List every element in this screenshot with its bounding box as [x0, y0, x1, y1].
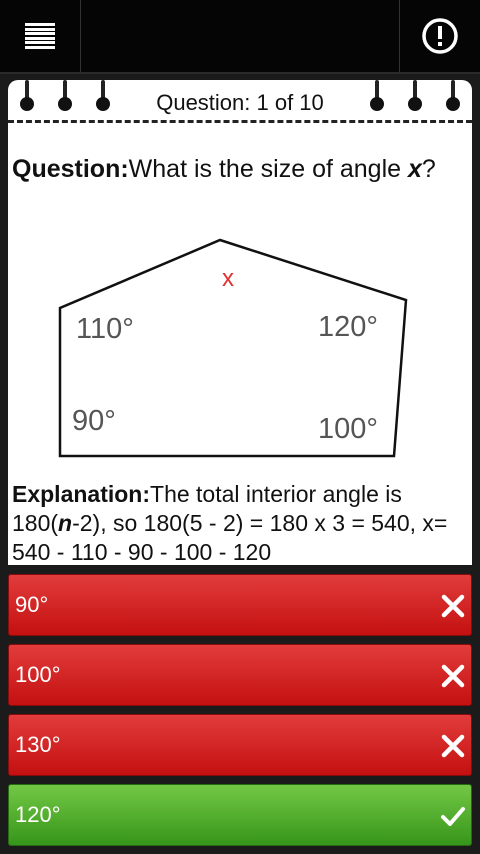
pentagon-diagram: x 110° 120° 90° 100° — [58, 238, 408, 458]
explanation-body-2: -2), so 180(5 - 2) = 180 x 3 = 540, x= 5… — [12, 510, 448, 565]
cross-icon — [441, 734, 465, 758]
menu-button[interactable] — [0, 0, 81, 72]
answer-option-4[interactable]: 120° — [8, 784, 472, 846]
explanation-variable: n — [58, 510, 73, 536]
binder-ring-icon — [368, 80, 386, 114]
binder-ring-icon — [444, 80, 462, 114]
question-label: Question: — [12, 155, 129, 183]
angle-100-label: 100° — [318, 413, 378, 445]
binder-rings-right — [368, 80, 462, 114]
answer-label: 100° — [15, 662, 61, 687]
top-bar — [0, 0, 480, 74]
angle-120-label: 120° — [318, 311, 378, 343]
answer-label: 120° — [15, 802, 61, 827]
answer-option-2[interactable]: 100° — [8, 644, 472, 706]
answer-label: 90° — [15, 592, 49, 617]
answer-option-3[interactable]: 130° — [8, 714, 472, 776]
answer-label: 130° — [15, 732, 61, 757]
question-variable: x — [408, 155, 422, 183]
alert-info-icon — [422, 18, 458, 54]
dashed-divider — [8, 120, 472, 123]
angle-90-label: 90° — [72, 405, 116, 437]
cross-icon — [441, 664, 465, 688]
cross-icon — [441, 594, 465, 618]
menu-icon — [25, 23, 55, 49]
explanation-label: Explanation: — [12, 481, 151, 507]
angle-110-label: 110° — [76, 313, 134, 345]
question-body: What is the size of angle — [128, 155, 402, 183]
question-end: ? — [421, 155, 436, 183]
angle-x-label: x — [222, 265, 234, 292]
info-button[interactable] — [399, 0, 480, 72]
check-icon — [441, 807, 465, 826]
question-card: Question: 1 of 10 Question:What is the s… — [8, 80, 472, 565]
question-text: Question:What is the size of angle x? — [12, 154, 452, 184]
binder-ring-icon — [406, 80, 424, 114]
answer-option-1[interactable]: 90° — [8, 574, 472, 636]
explanation-text: Explanation:The total interior angle is … — [12, 480, 462, 565]
